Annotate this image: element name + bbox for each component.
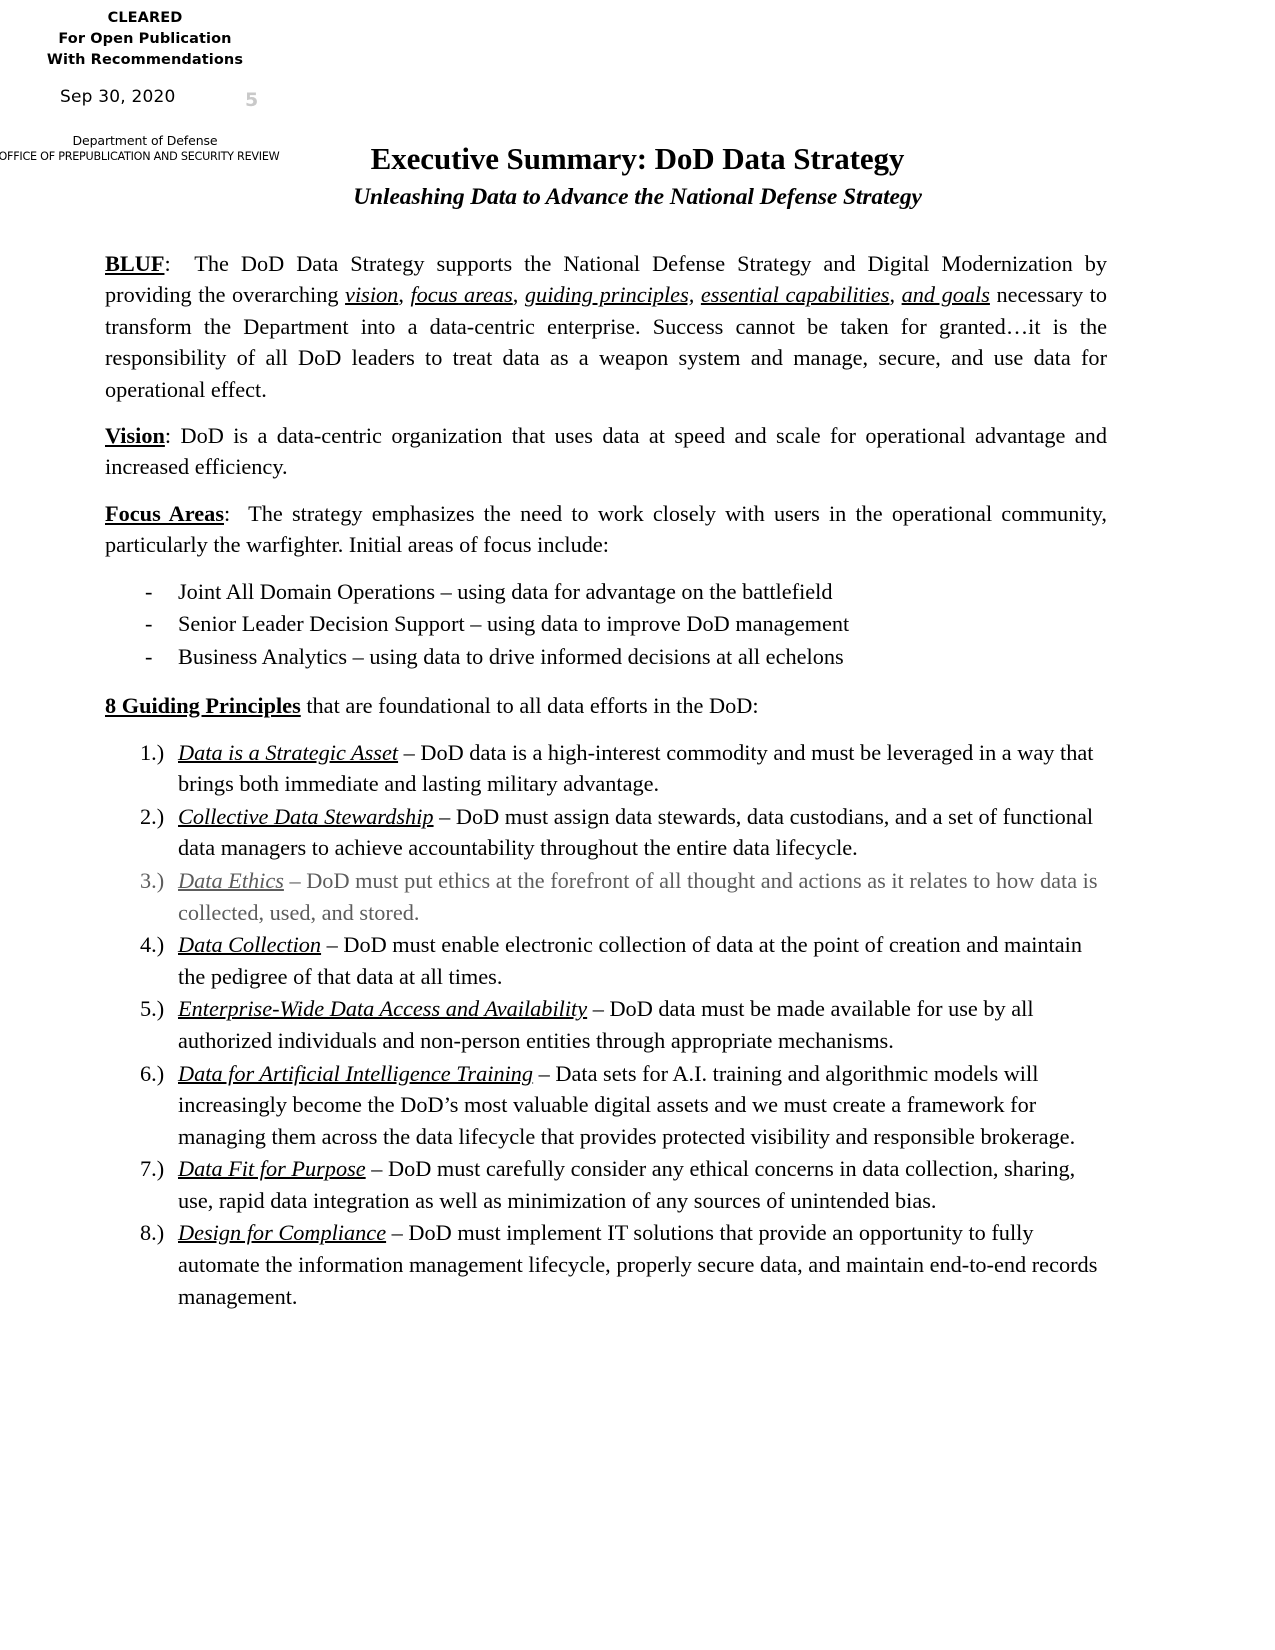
focus-areas-intro: The strategy emphasizes the need to work… [105,500,1108,558]
list-item: - Business Analytics – using data to driv… [105,641,1107,673]
principle-name: Enterprise-Wide Data Access and Availabi… [178,996,588,1022]
page-subtitle: Unleashing Data to Advance the National … [353,184,922,210]
focus-areas-label: Focus Areas [105,500,224,526]
vision-label: Vision [105,423,165,449]
bluf-label: BLUF [105,251,165,276]
list-item-number: 8.) [140,1220,165,1246]
guiding-principles-heading-rest: that are foundational to all data effort… [300,693,759,719]
bluf-term-focus-areas: focus areas [410,282,513,308]
stamp-date-row: Sep 30, 2020 5 [0,87,290,115]
focus-areas-paragraph: Focus Areas: The strategy emphasizes the… [105,498,1107,561]
list-item: 1.) Data is a Strategic Asset – DoD data … [105,737,1107,800]
bluf-term-and-goals: and goals [901,282,990,308]
list-item-number: 2.) [140,803,165,829]
dash-marker: - [145,643,153,669]
list-item: 6.) Data for Artificial Intelligence Trai… [105,1058,1107,1153]
bluf-sep-1: , [398,282,411,308]
principle-name: Data Fit for Purpose [178,1156,366,1182]
list-item-text: Business Analytics – using data to drive… [178,643,844,669]
principle-name: Data for Artificial Intelligence Trainin… [178,1060,534,1086]
stamp-open-publication-line: For Open Publication [58,31,232,47]
principle-body: – DoD must put ethics at the forefront o… [178,867,1098,925]
list-item: 3.) Data Ethics – DoD must put ethics at … [105,865,1107,928]
list-item: 5.) Enterprise-Wide Data Access and Avail… [105,993,1107,1056]
principle-name: Data is a Strategic Asset [178,739,399,765]
list-item-number: 4.) [140,932,165,958]
vision-colon: : [164,423,181,449]
list-item-text: Senior Leader Decision Support – using d… [178,611,850,637]
list-item-number: 5.) [140,996,165,1022]
dash-marker: - [145,611,153,637]
bluf-colon: : [164,251,171,276]
list-item-text: Joint All Domain Operations – using data… [178,578,833,604]
principle-name: Design for Compliance [178,1220,387,1246]
focus-areas-colon: : [224,500,231,526]
stamp-page-marker: 5 [245,89,259,111]
guiding-principles-heading-bold: 8 Guiding Principles [105,693,301,719]
guiding-principles-list: 1.) Data is a Strategic Asset – DoD data … [105,737,1107,1313]
list-item: - Joint All Domain Operations – using dat… [105,576,1107,608]
stamp-recommendations-line: With Recommendations [46,52,244,68]
focus-areas-list: - Joint All Domain Operations – using dat… [105,576,1107,673]
stamp-date: Sep 30, 2020 [60,87,176,107]
title-block: Executive Summary: DoD Data Strategy Unl… [0,140,1275,212]
list-item: 4.) Data Collection – DoD must enable ele… [105,929,1107,992]
vision-text: DoD is a data-centric organization that … [105,423,1107,480]
principle-name: Data Collection [178,932,322,958]
list-item: 8.) Design for Compliance – DoD must impl… [105,1217,1107,1312]
list-item: 7.) Data Fit for Purpose – DoD must caref… [105,1153,1107,1216]
bluf-term-vision: vision [345,282,399,308]
vision-paragraph: Vision: DoD is a data-centric organizati… [105,420,1107,483]
list-item: - Senior Leader Decision Support – using … [105,608,1107,640]
guiding-principles-heading: 8 Guiding Principles that are foundation… [105,690,1107,721]
list-item-number: 7.) [140,1156,165,1182]
list-item-number: 1.) [140,739,165,765]
dash-marker: - [145,578,153,604]
bluf-sep-4: , [889,282,902,308]
list-item-number: 6.) [140,1060,165,1086]
bluf-paragraph: BLUF: The DoD Data Strategy supports the… [105,248,1107,405]
bluf-term-essential-capabilities: essential capabilities [700,282,890,308]
principle-name: Collective Data Stewardship [178,803,434,829]
stamp-cleared-line: CLEARED [107,10,183,26]
bluf-term-guiding-principles: guiding principles, [524,282,695,308]
bluf-sep-2: , [512,282,525,308]
principle-name: Data Ethics [178,867,284,893]
list-item-number: 3.) [140,867,165,893]
document-body: BLUF: The DoD Data Strategy supports the… [105,248,1107,1313]
list-item: 2.) Collective Data Stewardship – DoD mus… [105,801,1107,864]
page-title: Executive Summary: DoD Data Strategy [370,141,905,176]
